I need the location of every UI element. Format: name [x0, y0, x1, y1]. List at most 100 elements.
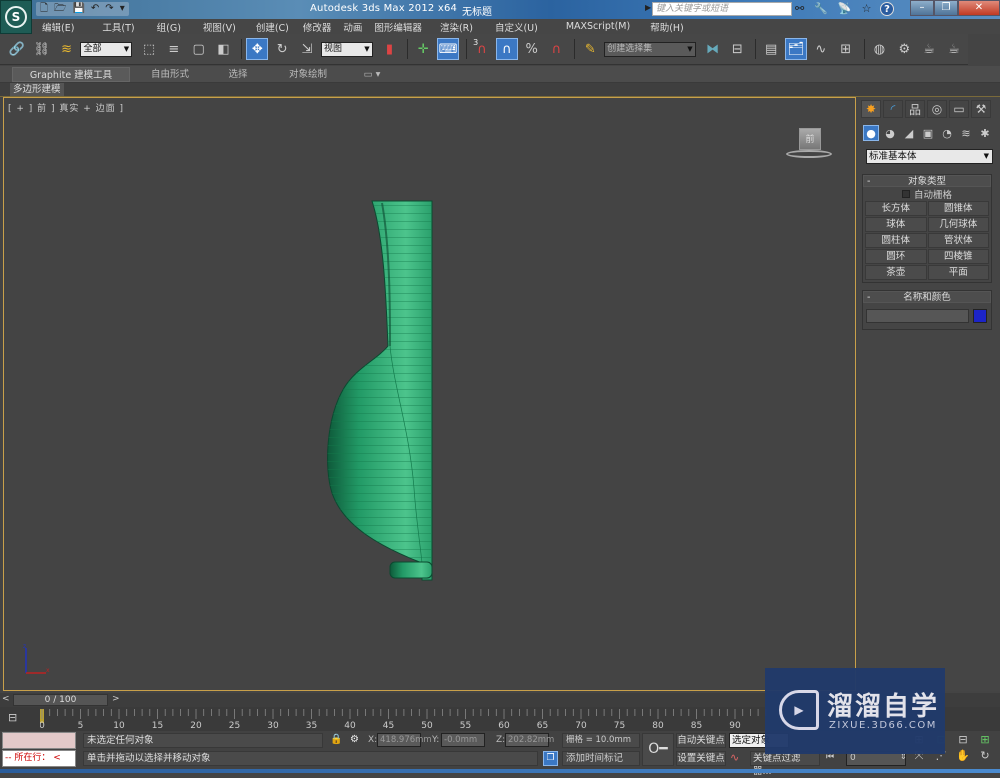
- menu-graph-editors[interactable]: 图形编辑器: [374, 20, 422, 34]
- angle-snap-icon[interactable]: ∩: [495, 38, 518, 60]
- primitive-category-dropdown[interactable]: 标准基本体: [866, 149, 993, 164]
- z-coordinate-input[interactable]: 202.82mm: [505, 733, 554, 747]
- vase-object[interactable]: [324, 198, 444, 688]
- helpers-icon[interactable]: ◔: [939, 125, 955, 141]
- select-and-move-icon[interactable]: ✥: [246, 38, 269, 60]
- pivot-center-icon[interactable]: ▮: [379, 38, 401, 60]
- search-input[interactable]: 键入关键字或短语: [652, 2, 792, 16]
- menu-modifiers[interactable]: 修改器: [303, 20, 332, 34]
- maxscript-listener-input[interactable]: [2, 732, 76, 749]
- absolute-mode-icon[interactable]: ⚙: [350, 734, 359, 745]
- keyboard-shortcut-override-icon[interactable]: ⌨: [437, 38, 460, 60]
- layer-manager-icon[interactable]: ▤: [760, 38, 782, 60]
- space-warps-icon[interactable]: ≋: [958, 125, 974, 141]
- viewcube-compass-ring[interactable]: [786, 150, 832, 158]
- motion-tab-icon[interactable]: ◎: [927, 100, 947, 118]
- snaps-toggle-icon[interactable]: 3 ∩: [471, 38, 493, 60]
- selection-filter-dropdown[interactable]: 全部: [80, 41, 133, 57]
- app-logo-button[interactable]: S: [0, 0, 32, 34]
- shapes-icon[interactable]: ◕: [882, 125, 898, 141]
- tab-polygon-modeling[interactable]: 多边形建模: [10, 83, 64, 96]
- tab-object-paint[interactable]: 对象绘制: [278, 67, 338, 82]
- render-setup-icon[interactable]: ⚙: [893, 38, 915, 60]
- percent-snap-icon[interactable]: %: [521, 38, 543, 60]
- cone-button[interactable]: 圆锥体: [927, 201, 989, 216]
- menu-help[interactable]: 帮助(H): [650, 20, 684, 34]
- modify-tab-icon[interactable]: ◜: [883, 100, 903, 118]
- torus-button[interactable]: 圆环: [865, 249, 927, 264]
- menu-customize[interactable]: 自定义(U): [495, 20, 538, 34]
- tab-freeform[interactable]: 自由形式: [140, 67, 200, 82]
- create-tab-icon[interactable]: ✸: [861, 100, 881, 118]
- select-and-scale-icon[interactable]: ⇲: [296, 38, 318, 60]
- window-crossing-icon[interactable]: ◧: [213, 38, 235, 60]
- auto-key-button[interactable]: 自动关键点: [676, 733, 726, 748]
- set-key-button[interactable]: 设置关键点: [676, 751, 726, 766]
- mirror-icon[interactable]: ⧓: [702, 38, 724, 60]
- material-editor-icon[interactable]: ◍: [869, 38, 891, 60]
- ribbon-toggle-icon[interactable]: ▭ ▾: [358, 67, 386, 82]
- reference-coordinate-dropdown[interactable]: 视图: [320, 41, 373, 57]
- prev-frame-button[interactable]: <: [2, 694, 12, 706]
- link-icon[interactable]: 🔗: [6, 38, 28, 60]
- menu-group[interactable]: 组(G): [157, 20, 181, 34]
- mini-curve-editor-icon[interactable]: ⊟: [8, 711, 17, 724]
- lights-icon[interactable]: ◢: [901, 125, 917, 141]
- orbit-icon[interactable]: ↻: [976, 749, 994, 763]
- named-selection-sets-dropdown[interactable]: 创建选择集: [604, 41, 696, 57]
- utilities-tab-icon[interactable]: ⚒: [971, 100, 991, 118]
- menu-tools[interactable]: 工具(T): [102, 20, 134, 34]
- select-by-name-icon[interactable]: ≡: [163, 38, 185, 60]
- menu-views[interactable]: 视图(V): [203, 20, 236, 34]
- unlink-icon[interactable]: ⛓: [31, 38, 53, 60]
- tab-selection[interactable]: 选择: [218, 67, 258, 82]
- cameras-icon[interactable]: ▣: [920, 125, 936, 141]
- wrench-icon[interactable]: 🔧: [814, 2, 828, 15]
- set-keys-key-icon[interactable]: O━: [642, 733, 674, 766]
- render-production-icon[interactable]: ☕: [943, 38, 965, 60]
- spinner-snap-icon[interactable]: ∩: [546, 38, 568, 60]
- tab-graphite-modeling-tools[interactable]: Graphite 建模工具: [12, 67, 130, 82]
- geosphere-button[interactable]: 几何球体: [927, 217, 989, 232]
- next-frame-button[interactable]: >: [112, 694, 122, 706]
- menu-rendering[interactable]: 渲染(R): [440, 20, 473, 34]
- curve-editor-icon[interactable]: ∿: [810, 38, 832, 60]
- close-button[interactable]: ✕: [958, 0, 1000, 16]
- edit-named-selection-icon[interactable]: ✎: [579, 38, 601, 60]
- object-color-swatch[interactable]: [973, 309, 987, 323]
- restore-button[interactable]: ❐: [934, 0, 958, 16]
- menu-create[interactable]: 创建(C): [256, 20, 289, 34]
- rendered-frame-window-icon[interactable]: ☕: [918, 38, 940, 60]
- systems-icon[interactable]: ✱: [977, 125, 993, 141]
- auto-grid-checkbox[interactable]: [901, 189, 910, 198]
- align-icon[interactable]: ⊟: [726, 38, 748, 60]
- viewport-label[interactable]: [ + ] 前 ] 真实 + 边面 ]: [8, 101, 124, 114]
- rect-selection-region-icon[interactable]: ▢: [188, 38, 210, 60]
- menu-edit[interactable]: 编辑(E): [42, 20, 74, 34]
- manipulate-icon[interactable]: ✛: [412, 38, 434, 60]
- scene-explorer-icon[interactable]: 🗂: [785, 38, 807, 60]
- hand-pan-icon[interactable]: ✋: [954, 749, 972, 763]
- menu-maxscript[interactable]: MAXScript(M): [566, 21, 630, 32]
- teapot-button[interactable]: 茶壶: [865, 265, 927, 280]
- new-file-icon[interactable]: 🗋: [40, 2, 48, 16]
- redo-icon[interactable]: ↷: [105, 2, 113, 16]
- add-time-tag-icon[interactable]: ❐: [543, 751, 558, 766]
- y-coordinate-input[interactable]: -0.0mm: [441, 733, 485, 747]
- satellite-icon[interactable]: 📡: [838, 2, 852, 15]
- bind-space-warp-icon[interactable]: ≋: [56, 38, 78, 60]
- zoom-extents-icon[interactable]: ⊟: [954, 733, 972, 746]
- save-icon[interactable]: 💾: [72, 2, 84, 16]
- zoom-extents-all-icon[interactable]: ⊞: [976, 733, 994, 746]
- viewcube[interactable]: 前: [799, 128, 821, 150]
- open-file-icon[interactable]: 🗁: [54, 2, 66, 16]
- object-name-input[interactable]: [866, 309, 969, 323]
- add-time-tag-button[interactable]: 添加时间标记: [562, 751, 640, 766]
- object-type-header[interactable]: - 对象类型: [863, 175, 991, 187]
- plane-button[interactable]: 平面: [927, 265, 989, 280]
- search-expand-icon[interactable]: ▶: [645, 3, 651, 12]
- cylinder-button[interactable]: 圆柱体: [865, 233, 927, 248]
- display-tab-icon[interactable]: ▭: [949, 100, 969, 118]
- x-coordinate-input[interactable]: 418.976mm: [377, 733, 432, 747]
- select-object-icon[interactable]: ⬚: [138, 38, 160, 60]
